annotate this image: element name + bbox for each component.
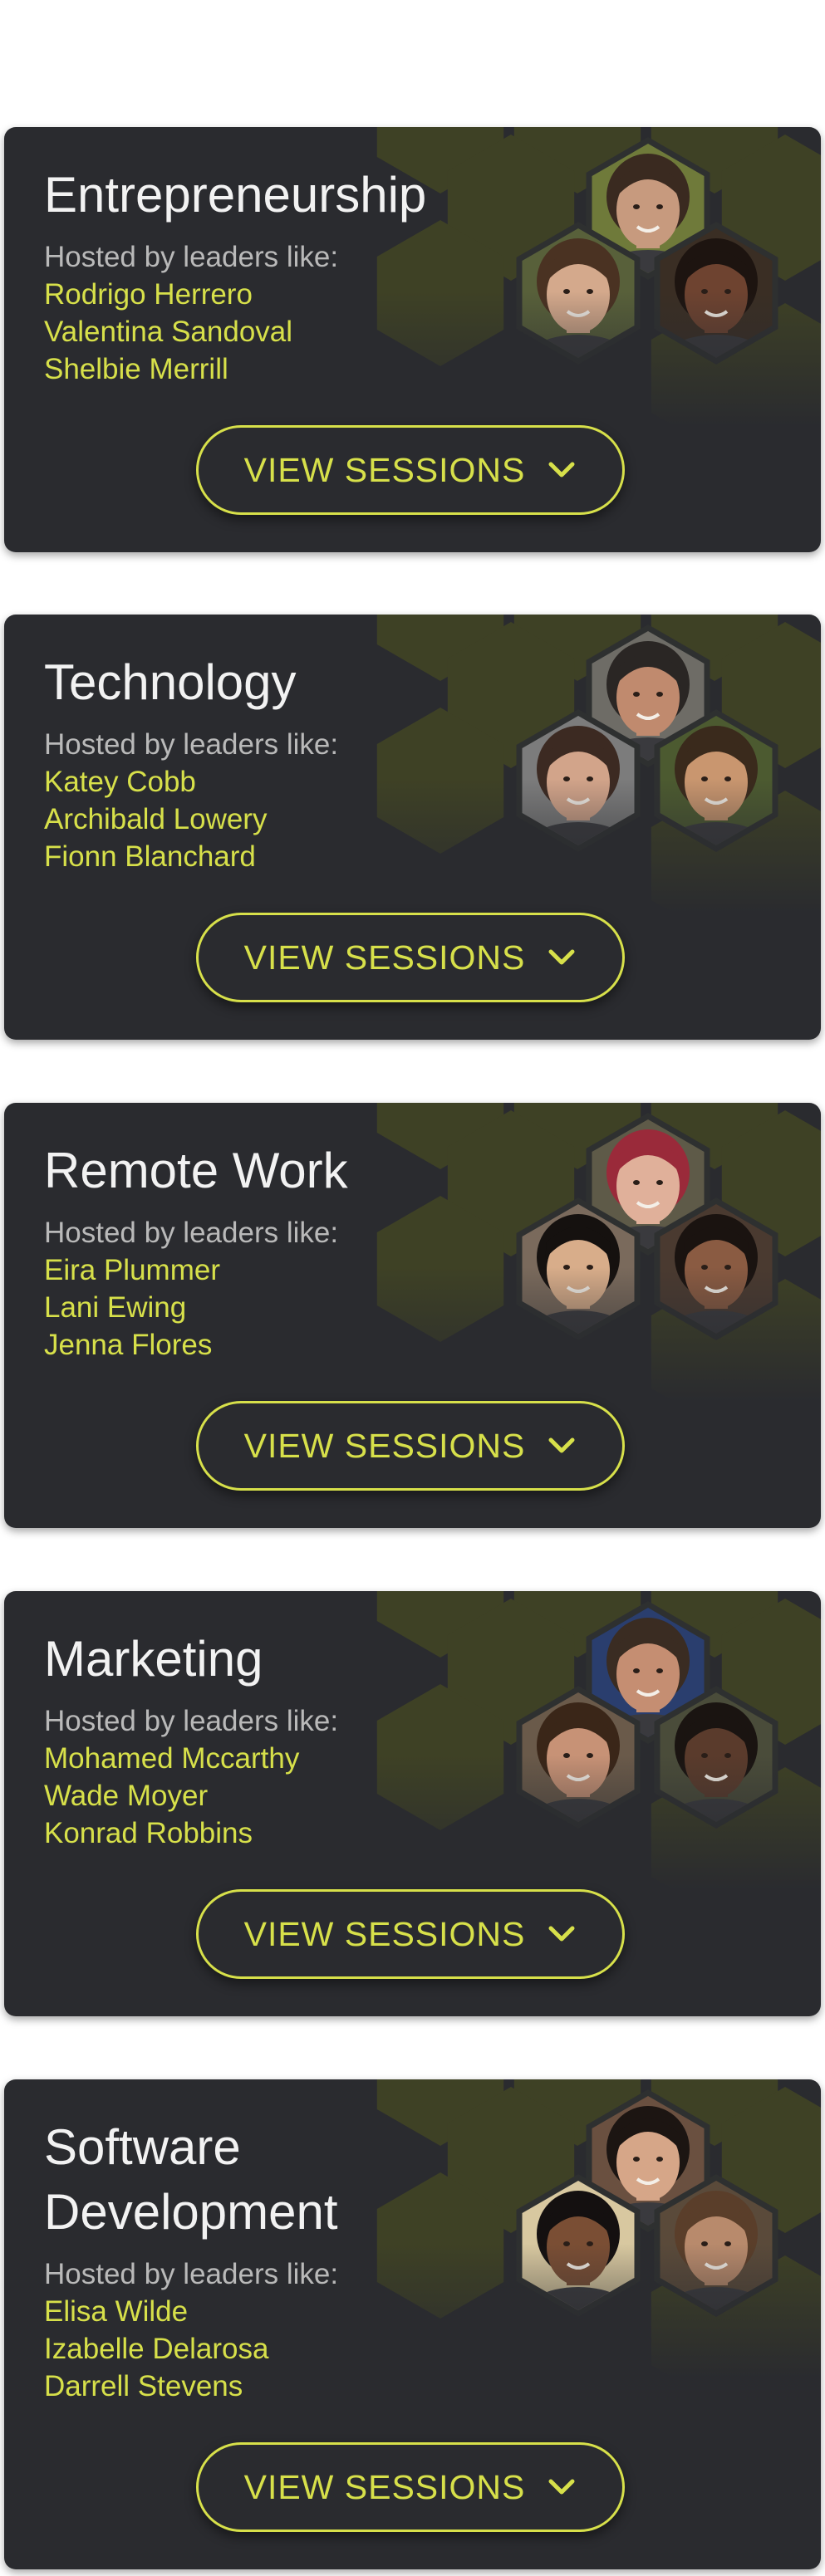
topic-card: Technology Hosted by leaders like: Katey C…	[4, 615, 821, 1040]
leader-name: Lani Ewing	[44, 1291, 187, 1324]
leader-list: Katey Cobb Archibald Lowery Fionn Blanchar…	[44, 763, 267, 875]
chevron-down-icon	[548, 462, 575, 477]
hosted-by-label: Hosted by leaders like:	[44, 1705, 339, 1737]
leader-name: Shelbie Merrill	[44, 353, 228, 385]
view-sessions-label: VIEW SESSIONS	[243, 450, 526, 489]
chevron-down-icon	[548, 2479, 575, 2495]
leader-name: Elisa Wilde	[44, 2295, 189, 2328]
leader-name: Konrad Robbins	[44, 1817, 253, 1849]
leader-name: Fionn Blanchard	[44, 840, 256, 873]
topic-title: Technology	[44, 654, 297, 710]
view-sessions-button[interactable]: VIEW SESSIONS	[196, 1889, 625, 1979]
leader-name: Darrell Stevens	[44, 2370, 243, 2402]
topic-title: Remote Work	[44, 1143, 348, 1198]
hosted-by-label: Hosted by leaders like:	[44, 728, 339, 761]
view-sessions-label: VIEW SESSIONS	[243, 1914, 526, 1953]
leader-list: Rodrigo Herrero Valentina Sandoval Shelbie…	[44, 276, 292, 388]
topic-card: Remote Work Hosted by leaders like: Eira P…	[4, 1103, 821, 1528]
hosted-by-label: Hosted by leaders like:	[44, 241, 339, 273]
leader-name: Valentina Sandoval	[44, 316, 293, 348]
leader-name: Katey Cobb	[44, 766, 196, 798]
hosted-by-label: Hosted by leaders like:	[44, 2258, 339, 2290]
leader-name: Wade Moyer	[44, 1780, 209, 1812]
topic-card: Marketing Hosted by leaders like: Mohamed …	[4, 1591, 821, 2016]
leader-name: Rodrigo Herrero	[44, 278, 253, 311]
view-sessions-button[interactable]: VIEW SESSIONS	[196, 2442, 625, 2532]
leader-list: Elisa Wilde Izabelle Delarosa Darrell Stev…	[44, 2293, 268, 2405]
view-sessions-button[interactable]: VIEW SESSIONS	[196, 1401, 625, 1491]
topic-title: Software Development	[44, 2119, 338, 2240]
leader-name: Eira Plummer	[44, 1254, 220, 1286]
leader-name: Izabelle Delarosa	[44, 2333, 269, 2365]
chevron-down-icon	[548, 1437, 575, 1453]
topic-title: Marketing	[44, 1631, 263, 1687]
topic-card: Software Development Hosted by leaders li…	[4, 2079, 821, 2569]
view-sessions-label: VIEW SESSIONS	[243, 2467, 526, 2506]
topic-card: Entrepreneurship Hosted by leaders like: R…	[4, 127, 821, 552]
chevron-down-icon	[548, 949, 575, 965]
leader-list: Mohamed Mccarthy Wade Moyer Konrad Robbins	[44, 1740, 299, 1852]
topic-title: Entrepreneurship	[44, 167, 427, 223]
view-sessions-label: VIEW SESSIONS	[243, 1426, 526, 1465]
view-sessions-label: VIEW SESSIONS	[243, 938, 526, 977]
view-sessions-button[interactable]: VIEW SESSIONS	[196, 425, 625, 515]
leader-name: Jenna Flores	[44, 1329, 213, 1361]
view-sessions-button[interactable]: VIEW SESSIONS	[196, 913, 625, 1002]
leader-name: Mohamed Mccarthy	[44, 1742, 300, 1775]
leader-name: Archibald Lowery	[44, 803, 268, 835]
chevron-down-icon	[548, 1926, 575, 1942]
leader-portraits-honeycomb	[374, 2079, 821, 2378]
leader-list: Eira Plummer Lani Ewing Jenna Flores	[44, 1251, 220, 1364]
hosted-by-label: Hosted by leaders like:	[44, 1217, 339, 1249]
